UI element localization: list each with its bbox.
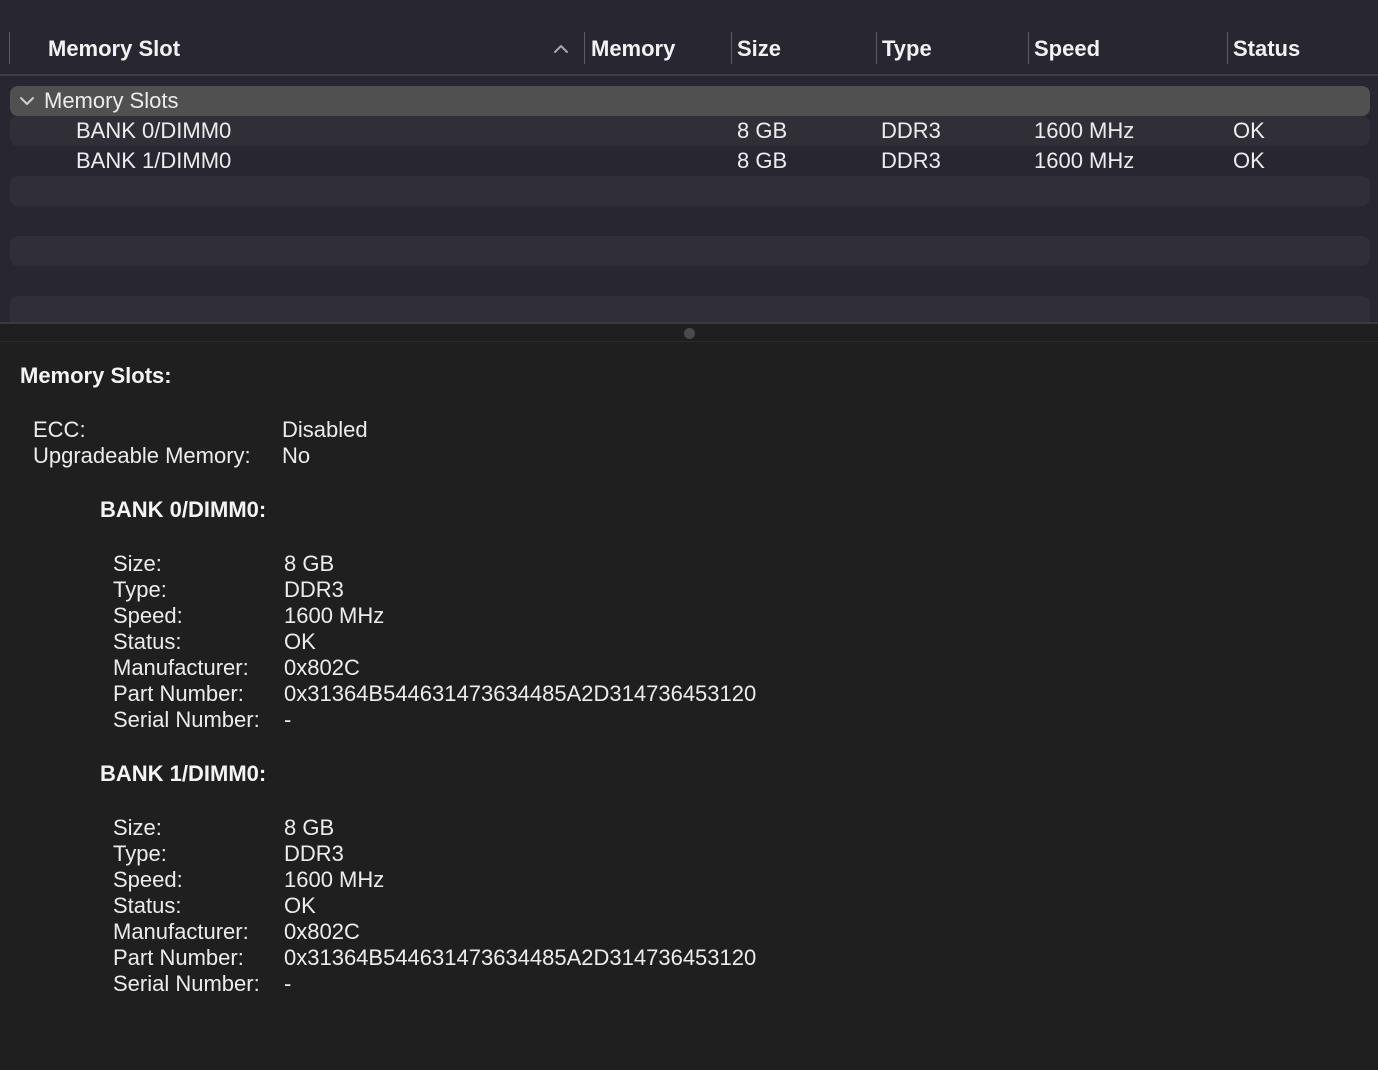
column-header-type[interactable]: Type (876, 34, 1028, 64)
speed-value: 1600 MHz (284, 603, 385, 628)
memory-table: Memory Slot Memory Size Type Speed Statu… (0, 0, 1378, 322)
manufacturer-label: Manufacturer: (113, 919, 249, 944)
serial-number-label: Serial Number: (113, 971, 260, 996)
type-label: Type: (113, 841, 167, 866)
cell-type: DDR3 (881, 148, 941, 173)
split-divider[interactable] (0, 322, 1378, 342)
table-row[interactable]: BANK 1/DIMM0 8 GB DDR3 1600 MHz OK (10, 146, 1370, 176)
empty-row (10, 266, 1370, 296)
group-row-memory-slots[interactable]: Memory Slots (10, 86, 1370, 116)
serial-number-value: - (284, 707, 292, 732)
size-value: 8 GB (284, 815, 335, 840)
speed-label: Speed: (113, 603, 183, 628)
status-label: Status: (113, 893, 182, 918)
cell-slot: BANK 0/DIMM0 (76, 118, 232, 143)
column-header-memory[interactable]: Memory (585, 34, 730, 64)
bank-0-title: BANK 0/DIMM0: (100, 497, 267, 522)
speed-value: 1600 MHz (284, 867, 385, 892)
speed-label: Speed: (113, 867, 183, 892)
empty-row (10, 176, 1370, 206)
part-number-value: 0x31364B544631473634485A2D314736453120 (284, 681, 757, 706)
ecc-label: ECC: (33, 417, 86, 442)
column-header-size[interactable]: Size (731, 34, 875, 64)
empty-row (10, 206, 1370, 236)
upgradeable-memory-label: Upgradeable Memory: (33, 443, 251, 468)
upgradeable-memory-value: No (282, 443, 311, 468)
detail-pane: Memory Slots: ECC: Disabled Upgradeable … (0, 342, 1378, 1070)
group-label: Memory Slots (44, 88, 179, 113)
status-value: OK (284, 893, 316, 918)
type-value: DDR3 (284, 841, 344, 866)
cell-size: 8 GB (737, 118, 788, 143)
type-label: Type: (113, 577, 167, 602)
column-header-speed[interactable]: Speed (1028, 34, 1226, 64)
system-information-window: Memory Slot Memory Size Type Speed Statu… (0, 0, 1378, 1070)
manufacturer-label: Manufacturer: (113, 655, 249, 680)
column-header-memory-slot[interactable]: Memory Slot (42, 34, 542, 64)
cell-type: DDR3 (881, 118, 941, 143)
part-number-value: 0x31364B544631473634485A2D314736453120 (284, 945, 757, 970)
chevron-up-icon[interactable] (552, 40, 570, 58)
cell-slot: BANK 1/DIMM0 (76, 148, 232, 173)
cell-speed: 1600 MHz (1034, 148, 1135, 173)
manufacturer-value: 0x802C (284, 919, 360, 944)
cell-status: OK (1233, 118, 1265, 143)
serial-number-value: - (284, 971, 292, 996)
size-label: Size: (113, 551, 162, 576)
size-value: 8 GB (284, 551, 335, 576)
manufacturer-value: 0x802C (284, 655, 360, 680)
status-label: Status: (113, 629, 182, 654)
divider-handle[interactable] (684, 328, 695, 339)
chevron-down-icon[interactable] (18, 93, 36, 109)
column-header-status[interactable]: Status (1227, 34, 1377, 64)
type-value: DDR3 (284, 577, 344, 602)
column-separator[interactable] (9, 32, 10, 64)
size-label: Size: (113, 815, 162, 840)
cell-speed: 1600 MHz (1034, 118, 1135, 143)
serial-number-label: Serial Number: (113, 707, 260, 732)
part-number-label: Part Number: (113, 681, 244, 706)
table-header: Memory Slot Memory Size Type Speed Statu… (0, 0, 1378, 76)
status-value: OK (284, 629, 316, 654)
part-number-label: Part Number: (113, 945, 244, 970)
cell-status: OK (1233, 148, 1265, 173)
ecc-value: Disabled (282, 417, 368, 442)
bank-1-title: BANK 1/DIMM0: (100, 761, 267, 786)
detail-title: Memory Slots: (20, 363, 172, 388)
empty-row (10, 296, 1370, 322)
cell-size: 8 GB (737, 148, 788, 173)
empty-row (10, 236, 1370, 266)
table-row[interactable]: BANK 0/DIMM0 8 GB DDR3 1600 MHz OK (10, 116, 1370, 146)
